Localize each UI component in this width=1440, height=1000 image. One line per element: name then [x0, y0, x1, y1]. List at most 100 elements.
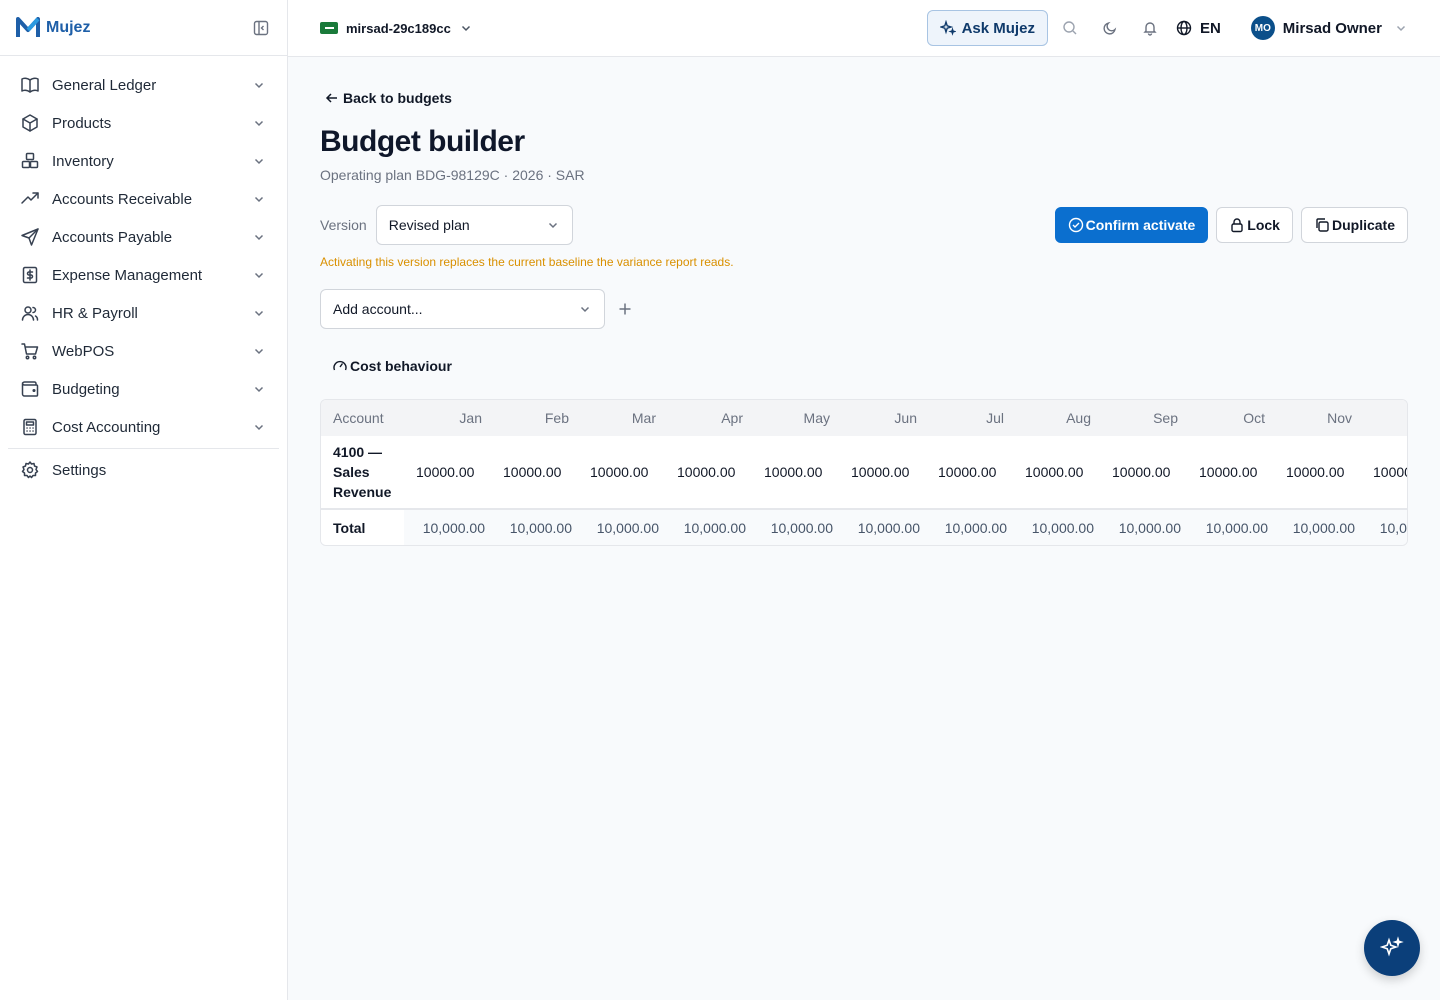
boxes-icon	[20, 151, 40, 171]
org-switcher[interactable]: mirsad-29c189cc	[320, 21, 473, 36]
total-value: 10,000.00	[926, 508, 1013, 545]
avatar: MO	[1250, 16, 1275, 40]
sidebar-item-inventory[interactable]: Inventory	[8, 142, 279, 180]
sidebar-item-expense-management[interactable]: Expense Management	[8, 256, 279, 294]
sidebar-item-label: Settings	[52, 461, 107, 479]
budget-amount-input[interactable]	[934, 457, 1005, 487]
chevron-down-icon	[251, 381, 267, 397]
budget-amount-input[interactable]	[847, 457, 918, 487]
add-account-plus-icon[interactable]	[615, 299, 635, 319]
moon-icon[interactable]	[1090, 8, 1130, 48]
ask-mujez-button[interactable]: Ask Mujez	[926, 10, 1048, 46]
budget-amount-input[interactable]	[1195, 457, 1266, 487]
cost-behaviour-label: Cost behaviour	[350, 358, 452, 374]
duplicate-button[interactable]: Duplicate	[1300, 207, 1408, 243]
brand-name: Mujez	[46, 18, 91, 36]
sidebar-divider	[8, 448, 279, 449]
sidebar-item-label: Accounts Payable	[52, 228, 173, 246]
check-circle-icon	[1068, 217, 1083, 233]
total-value: 10,000.00	[491, 508, 578, 545]
sidebar-item-label: Budgeting	[52, 380, 120, 398]
brand-logo[interactable]: Mujez	[16, 16, 91, 39]
budget-cell	[665, 436, 752, 509]
arrow-left-icon	[325, 93, 337, 103]
budget-grid[interactable]: Account Jan Feb Mar Apr May Jun Jul Aug Sep Oct Nov…	[320, 399, 1408, 546]
chevron-down-icon	[546, 218, 560, 232]
sidebar-item-label: Expense Management	[52, 266, 203, 284]
budget-cell	[1274, 436, 1361, 509]
version-row: Version Revised plan Confirm activate Lo…	[320, 205, 1408, 245]
budget-cell	[926, 436, 1013, 509]
total-row: Total 10,000.00 10,000.00 10,000.00 10,000.0…	[321, 508, 1407, 545]
lock-button[interactable]: Lock	[1216, 207, 1293, 243]
budget-table: Account Jan Feb Mar Apr May Jun Jul Aug Sep Oct Nov…	[321, 400, 1407, 545]
budget-amount-input[interactable]	[1369, 457, 1407, 487]
chevron-down-icon	[251, 153, 267, 169]
page-title: Budget builder	[320, 125, 525, 158]
month-header: Jul	[926, 400, 1013, 436]
bell-icon[interactable]	[1130, 8, 1170, 48]
budget-amount-input[interactable]	[673, 457, 744, 487]
confirm-activate-button[interactable]: Confirm activate	[1054, 207, 1209, 243]
back-to-budgets-link[interactable]: Back to budgets	[325, 90, 452, 106]
month-header: Jan	[404, 400, 491, 436]
budget-cell	[839, 436, 926, 509]
package-icon	[20, 113, 40, 133]
sidebar-item-general-ledger[interactable]: General Ledger	[8, 66, 279, 104]
chevron-down-icon	[461, 25, 470, 32]
page-subtitle: Operating plan BDG-98129C · 2026 · SAR	[320, 167, 585, 183]
chevron-down-icon	[251, 77, 267, 93]
ask-mujez-label: Ask Mujez	[961, 19, 1035, 37]
org-name: mirsad-29c189cc	[346, 20, 451, 36]
ai-assistant-fab[interactable]	[1364, 920, 1420, 976]
total-value: 10,000.00	[665, 508, 752, 545]
saudi-flag-icon	[320, 22, 338, 34]
chevron-down-icon	[251, 343, 267, 359]
sidebar-item-cost-accounting[interactable]: Cost Accounting	[8, 408, 279, 446]
account-column-header: Account	[321, 400, 404, 436]
budget-amount-input[interactable]	[1021, 457, 1092, 487]
total-label: Total	[321, 508, 404, 545]
cart-icon	[20, 341, 40, 361]
budget-amount-input[interactable]	[760, 457, 831, 487]
calculator-icon	[20, 417, 40, 437]
sidebar-item-settings[interactable]: Settings	[8, 451, 279, 489]
sidebar-item-accounts-receivable[interactable]: Accounts Receivable	[8, 180, 279, 218]
confirm-activate-label: Confirm activate	[1085, 217, 1196, 233]
total-value: 10,000.00	[1187, 508, 1274, 545]
sidebar-item-products[interactable]: Products	[8, 104, 279, 142]
budget-cell	[752, 436, 839, 509]
sidebar-item-hr-payroll[interactable]: HR & Payroll	[8, 294, 279, 332]
sidebar-item-accounts-payable[interactable]: Accounts Payable	[8, 218, 279, 256]
month-header: Oct	[1187, 400, 1274, 436]
budget-cell	[404, 436, 491, 509]
add-account-select[interactable]: Add account...	[320, 289, 605, 329]
sidebar-item-budgeting[interactable]: Budgeting	[8, 370, 279, 408]
budget-amount-input[interactable]	[1282, 457, 1353, 487]
topbar: mirsad-29c189cc Ask Mujez EN MO Mirsad O…	[288, 0, 1440, 57]
sidebar-item-label: Cost Accounting	[52, 418, 161, 436]
cost-behaviour-button[interactable]: Cost behaviour	[332, 358, 452, 374]
version-value: Revised plan	[388, 217, 470, 233]
language-switcher[interactable]: EN	[1176, 20, 1221, 37]
sidebar-item-webpos[interactable]: WebPOS	[8, 332, 279, 370]
user-menu[interactable]: MO Mirsad Owner	[1250, 16, 1408, 40]
gauge-icon	[333, 360, 347, 371]
month-header: May	[752, 400, 839, 436]
chevron-down-icon	[251, 191, 267, 207]
sidebar-item-label: General Ledger	[52, 76, 157, 94]
budget-amount-input[interactable]	[586, 457, 657, 487]
activation-warning: Activating this version replaces the cur…	[320, 255, 734, 269]
total-value: 10,000.00	[404, 508, 491, 545]
budget-amount-input[interactable]	[1108, 457, 1179, 487]
version-select[interactable]: Revised plan	[375, 205, 573, 245]
language-label: EN	[1199, 19, 1221, 37]
budget-amount-input[interactable]	[499, 457, 570, 487]
search-icon[interactable]	[1050, 8, 1090, 48]
month-header-clipped	[1361, 400, 1407, 436]
chevron-down-icon	[251, 229, 267, 245]
month-header: Aug	[1013, 400, 1100, 436]
budget-amount-input[interactable]	[412, 457, 483, 487]
sidebar-collapse-icon[interactable]	[251, 18, 271, 38]
version-label: Version	[320, 217, 367, 233]
